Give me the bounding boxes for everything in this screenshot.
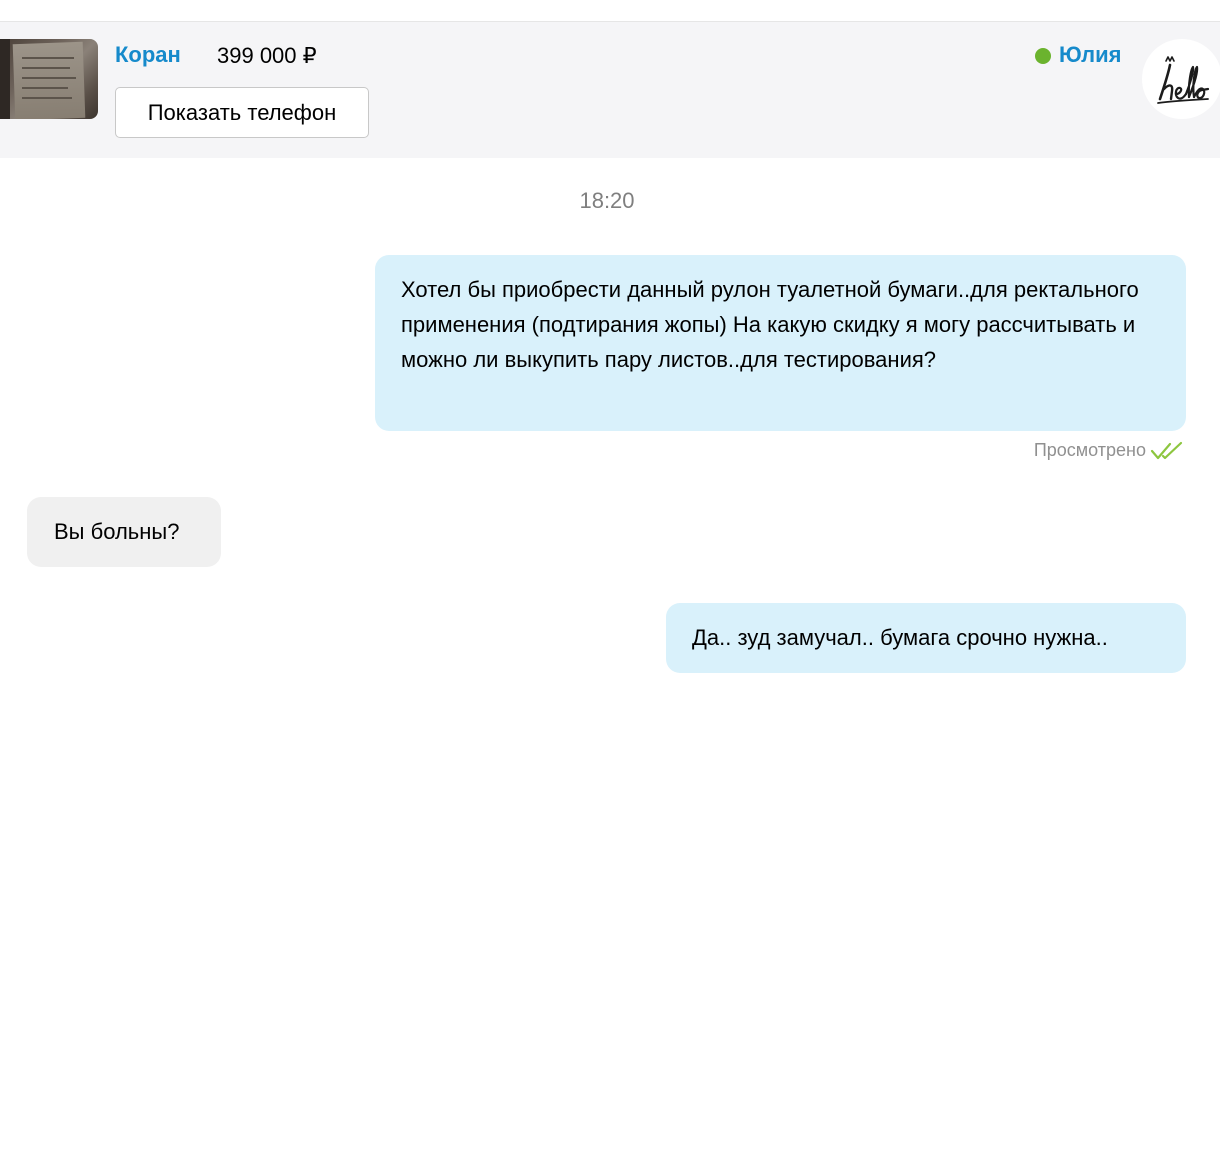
online-status-icon [1035,48,1051,64]
thumbnail-text-line [22,77,76,79]
outgoing-message-bubble: Хотел бы приобрести данный рулон туалетн… [375,255,1186,431]
incoming-message-bubble: Вы больны? [27,497,221,567]
chat-header: Коран 399 000 ₽ Показать телефон Юлия [0,22,1220,158]
listing-title-link[interactable]: Коран [115,42,181,68]
thumbnail-book-spine [0,39,10,119]
thumbnail-text-line [22,87,68,89]
listing-thumbnail[interactable] [0,39,98,119]
message-read-status: Просмотрено [1033,440,1146,460]
chat-date-timestamp: 18:20 [579,188,635,213]
show-phone-button[interactable]: Показать телефон [115,87,369,138]
seller-name-link[interactable]: Юлия [1059,42,1121,68]
hello-logo-icon [1157,56,1210,104]
listing-price: 399 000 ₽ [217,43,317,68]
double-check-icon [1150,441,1183,460]
thumbnail-text-line [22,97,72,99]
thumbnail-text-line [22,67,70,69]
outgoing-message-bubble: Да.. зуд замучал.. бумага срочно нужна.. [666,603,1186,673]
thumbnail-page [12,41,86,119]
thumbnail-text-line [22,57,74,59]
seller-avatar[interactable] [1142,39,1220,119]
